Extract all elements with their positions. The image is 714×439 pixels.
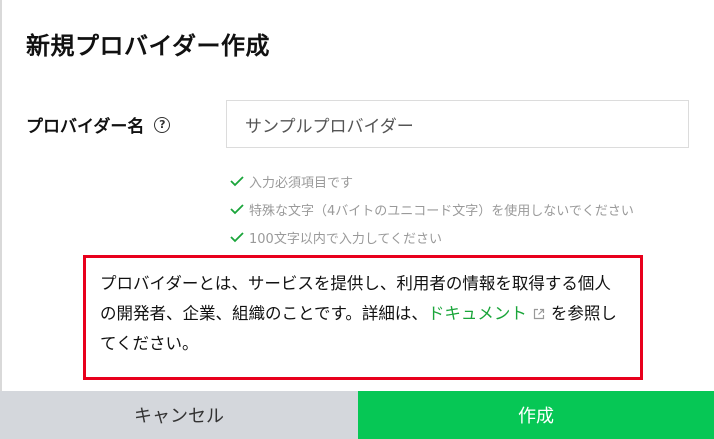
validation-rule: 特殊な文字（4バイトのユニコード文字）を使用しないでください: [229, 195, 634, 223]
cancel-button[interactable]: キャンセル: [0, 391, 358, 439]
external-link-icon[interactable]: [533, 308, 545, 320]
validation-list: 入力必須項目です 特殊な文字（4バイトのユニコード文字）を使用しないでください …: [229, 167, 634, 251]
validation-rule-text: 入力必須項目です: [249, 175, 354, 191]
provider-name-input[interactable]: [226, 100, 689, 148]
dialog-footer: キャンセル 作成: [0, 391, 714, 439]
documentation-link[interactable]: ドキュメント: [428, 304, 527, 323]
provider-name-label: プロバイダー名: [26, 117, 145, 137]
validation-rule: 100文字以内で入力してください: [229, 223, 634, 251]
checkmark-icon: [230, 176, 244, 187]
validation-rule-text: 特殊な文字（4バイトのユニコード文字）を使用しないでください: [249, 203, 634, 219]
provider-notice: プロバイダーとは、サービスを提供し、利用者の情報を取得する個人の開発者、企業、組…: [83, 255, 643, 380]
provider-name-label-row: プロバイダー名 ?: [26, 112, 171, 137]
create-button[interactable]: 作成: [358, 391, 714, 439]
checkmark-icon: [230, 204, 244, 215]
dialog-title: 新規プロバイダー作成: [26, 32, 271, 60]
validation-rule: 入力必須項目です: [229, 167, 634, 195]
dialog-edge: [0, 0, 2, 439]
help-circle-icon[interactable]: ?: [154, 116, 171, 133]
create-provider-dialog: 新規プロバイダー作成 プロバイダー名 ? 入力必須項目です 特殊な文字（4バイト…: [0, 0, 714, 439]
validation-rule-text: 100文字以内で入力してください: [249, 231, 443, 247]
checkmark-icon: [230, 232, 244, 243]
